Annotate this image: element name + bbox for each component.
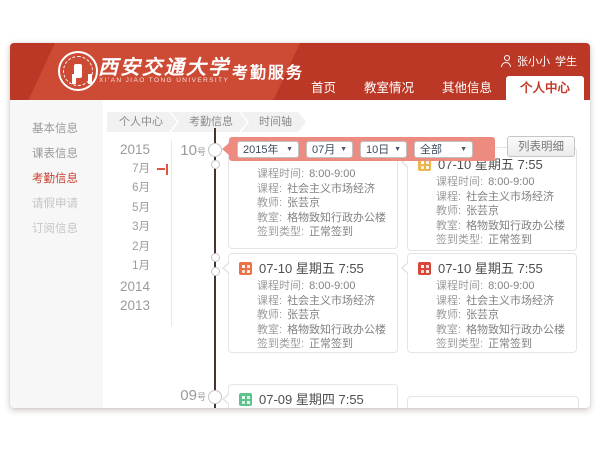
attendance-card[interactable]: 07-10 星期五 7:55 课程时间:8:00-9:00课程:社会主义市场经济…: [228, 253, 398, 353]
attendance-card[interactable]: 07-10 星期五 7:55 课程时间:8:00-9:00课程:社会主义市场经济…: [407, 253, 577, 353]
card-field: 教师:张芸京: [239, 196, 387, 211]
card-field: 教师:张芸京: [239, 308, 387, 323]
month-filter-value: 07月: [312, 141, 335, 157]
type-filter-value: 全部: [420, 141, 442, 157]
signin-stamp-icon: [418, 262, 431, 275]
year-filter-value: 2015年: [243, 141, 278, 157]
card-header: 07-10 星期五 7:55: [239, 260, 387, 277]
attendance-card[interactable]: 07-09 星期四 7:55: [228, 384, 398, 408]
signin-stamp-icon: [239, 262, 252, 275]
attendance-app-window: 西安交通大学 XI'AN JIAO TONG UNIVERSITY 考勤服务 张…: [10, 43, 590, 408]
day-suffix: 号: [197, 147, 206, 157]
month-filter-dropdown[interactable]: 07月 ▼: [306, 141, 353, 158]
card-field: 课程时间:8:00-9:00: [418, 175, 566, 190]
chevron-down-icon: ▼: [460, 146, 467, 153]
card-field: 课程:社会主义市场经济: [239, 294, 387, 309]
card-field: 教室:格物致知行政办公楼: [418, 219, 566, 234]
signin-stamp-icon: [239, 393, 252, 406]
year-filter-dropdown[interactable]: 2015年 ▼: [237, 141, 299, 158]
card-date: 07-10 星期五 7:55: [259, 260, 364, 277]
card-field: 教室:格物致知行政办公楼: [239, 211, 387, 226]
type-filter-dropdown[interactable]: 全部 ▼: [414, 141, 473, 158]
card-field: 签到类型:正常签到: [418, 337, 566, 352]
card-field: 教师:张芸京: [418, 204, 566, 219]
day-number: 10: [180, 142, 197, 159]
card-field: 教室:格物致知行政办公楼: [239, 323, 387, 338]
card-field: 签到类型:正常签到: [239, 225, 387, 240]
card-field: 课程时间:8:00-9:00: [239, 167, 387, 182]
day-filter-dropdown[interactable]: 10日 ▼: [360, 141, 407, 158]
list-detail-button[interactable]: 列表明细: [507, 136, 575, 157]
timeline-node: [211, 267, 220, 276]
day-marker: 09号: [168, 387, 206, 405]
card-field: 教室:格物致知行政办公楼: [418, 323, 566, 338]
card-header: 07-10 星期五 7:55: [418, 260, 566, 277]
chevron-down-icon: ▼: [394, 146, 401, 153]
chevron-down-icon: ▼: [340, 146, 347, 153]
attendance-card[interactable]: 07-10 星期五 7:55 课程时间:8:00-9:00课程:社会主义市场经济…: [407, 147, 577, 251]
day-marker: 10号: [168, 142, 206, 160]
card-field: 课程:社会主义市场经济: [418, 190, 566, 205]
card-body: 课程时间:8:00-9:00课程:社会主义市场经济教师:张芸京教室:格物致知行政…: [239, 277, 387, 352]
card-body: 课程时间:8:00-9:00课程:社会主义市场经济教师:张芸京教室:格物致知行政…: [418, 277, 566, 352]
card-field: 课程:社会主义市场经济: [239, 182, 387, 197]
card-field: 课程时间:8:00-9:00: [418, 279, 566, 294]
card-field: 课程时间:8:00-9:00: [239, 279, 387, 294]
day-suffix: 号: [197, 392, 206, 402]
card-field: 教师:张芸京: [418, 308, 566, 323]
timeline-node: [211, 160, 220, 169]
card-header: 07-09 星期四 7:55: [239, 391, 387, 408]
timeline-cards: 课程时间:8:00-9:00课程:社会主义市场经济教师:张芸京教室:格物致知行政…: [10, 43, 590, 408]
card-date: 07-09 星期四 7:55: [259, 391, 364, 408]
card-field: 签到类型:正常签到: [418, 233, 566, 248]
timeline-node: [211, 253, 220, 262]
card-field: 课程:社会主义市场经济: [418, 294, 566, 309]
card-date: 07-10 星期五 7:55: [438, 260, 543, 277]
timeline-node: [208, 143, 222, 157]
filter-bar-arrow-icon: [222, 143, 229, 155]
card-body: 课程时间:8:00-9:00课程:社会主义市场经济教师:张芸京教室:格物致知行政…: [418, 173, 566, 248]
filter-bar: 2015年 ▼ 07月 ▼ 10日 ▼ 全部 ▼: [229, 137, 495, 161]
timeline-node: [208, 390, 222, 404]
chevron-down-icon: ▼: [286, 146, 293, 153]
day-filter-value: 10日: [366, 141, 389, 157]
card-field: 签到类型:正常签到: [239, 337, 387, 352]
page-background: 西安交通大学 XI'AN JIAO TONG UNIVERSITY 考勤服务 张…: [0, 0, 600, 450]
day-number: 09: [180, 387, 197, 404]
partial-card: [407, 396, 579, 408]
